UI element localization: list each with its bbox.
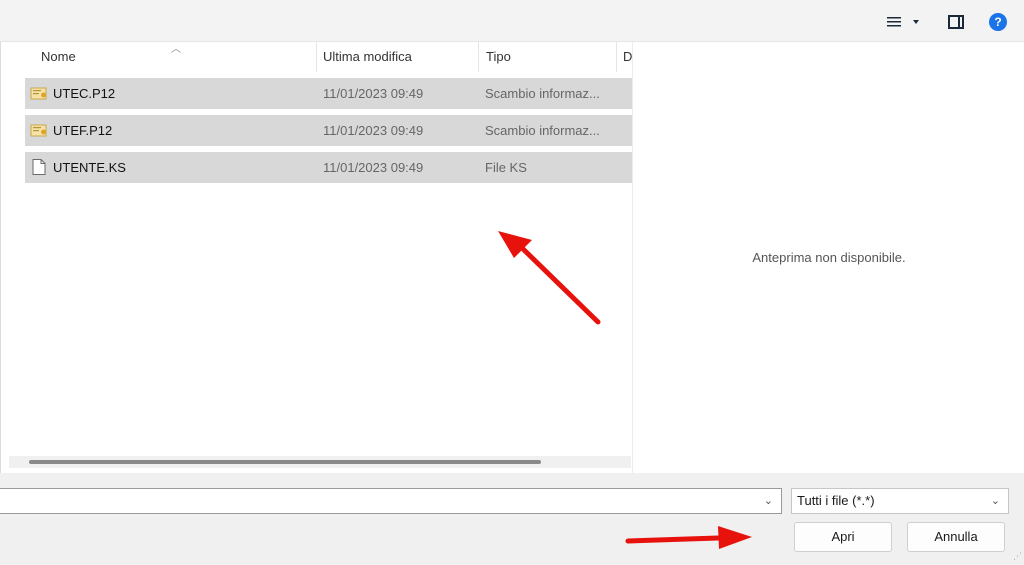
open-button[interactable]: Apri — [794, 522, 892, 552]
filename-combobox[interactable]: ⌄ — [0, 488, 782, 514]
chevron-down-icon[interactable]: ⌄ — [991, 489, 1000, 513]
file-type-filter-value: Tutti i file (*.*) — [797, 493, 875, 508]
horizontal-scrollbar[interactable] — [9, 456, 631, 468]
file-name: UTEC.P12 — [53, 86, 116, 101]
file-type: Scambio informaz... — [485, 123, 600, 138]
certificate-icon — [30, 87, 47, 100]
scrollbar-thumb[interactable] — [29, 460, 541, 464]
file-icon — [32, 159, 46, 175]
file-row[interactable]: UTENTE.KS 11/01/2023 09:49 File KS — [25, 152, 632, 183]
file-modified: 11/01/2023 09:49 — [323, 160, 424, 175]
column-header-type[interactable]: Tipo — [486, 42, 511, 72]
sort-ascending-icon: ︿ — [171, 44, 181, 55]
preview-pane-icon[interactable] — [948, 15, 964, 29]
certificate-icon — [30, 124, 47, 137]
column-divider[interactable] — [478, 42, 479, 72]
column-header-name[interactable]: Nome — [41, 42, 76, 72]
file-modified: 11/01/2023 09:49 — [323, 123, 424, 138]
file-name: UTEF.P12 — [53, 123, 113, 138]
view-options-dropdown-icon[interactable] — [908, 11, 924, 33]
file-type: Scambio informaz... — [485, 86, 600, 101]
file-type: File KS — [485, 160, 527, 175]
preview-unavailable-message: Anteprima non disponibile. — [752, 250, 906, 265]
dialog-toolbar: ? — [0, 0, 1024, 42]
chevron-down-icon[interactable]: ⌄ — [764, 494, 773, 507]
column-divider[interactable] — [616, 42, 617, 72]
file-modified: 11/01/2023 09:49 — [323, 86, 424, 101]
dialog-footer: ⌄ Tutti i file (*.*) ⌄ Apri Annulla ⋰ — [0, 473, 1024, 565]
view-list-icon[interactable] — [884, 11, 904, 33]
column-header-modified[interactable]: Ultima modifica — [323, 42, 412, 72]
file-row[interactable]: UTEF.P12 11/01/2023 09:49 Scambio inform… — [25, 115, 632, 146]
file-list: Nome ︿ Ultima modifica Tipo D UTEC.P12 1… — [0, 42, 632, 473]
file-row[interactable]: UTEC.P12 11/01/2023 09:49 Scambio inform… — [25, 78, 632, 109]
resize-grip-icon[interactable]: ⋰ — [1013, 551, 1022, 562]
column-divider[interactable] — [316, 42, 317, 72]
help-icon[interactable]: ? — [989, 13, 1007, 31]
column-header-size[interactable]: D — [623, 42, 632, 72]
file-type-filter[interactable]: Tutti i file (*.*) ⌄ — [791, 488, 1009, 514]
cancel-button[interactable]: Annulla — [907, 522, 1005, 552]
column-header-row: Nome ︿ Ultima modifica Tipo D — [1, 42, 633, 72]
file-name: UTENTE.KS — [53, 160, 126, 175]
preview-pane: Anteprima non disponibile. — [632, 42, 1024, 473]
